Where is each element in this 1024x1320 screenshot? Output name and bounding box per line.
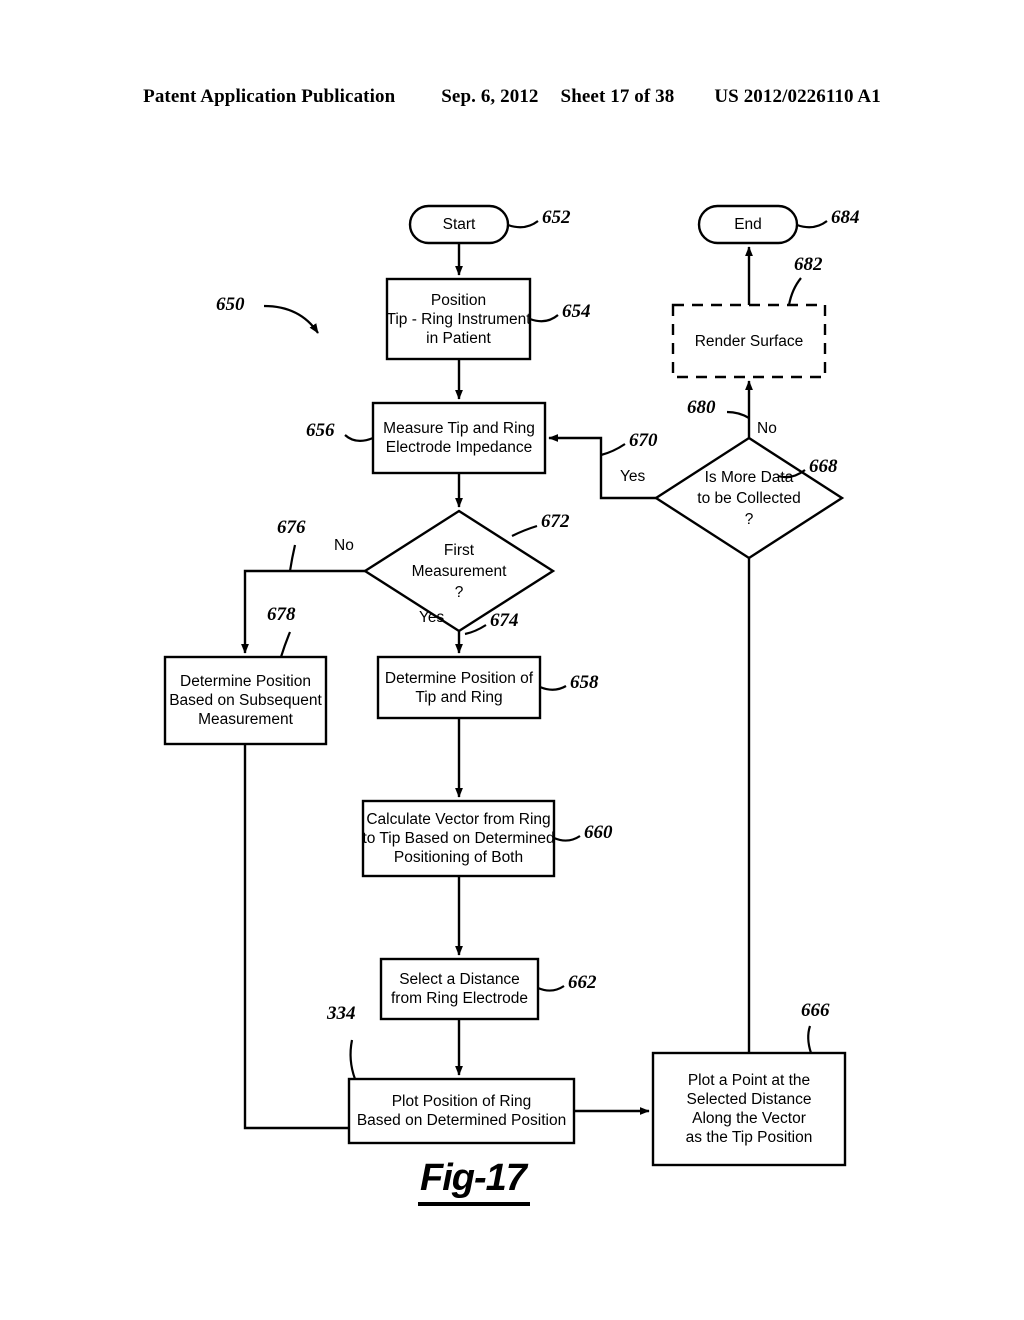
ref-658: 658 [570, 672, 599, 693]
leader-684 [796, 220, 828, 229]
shape-select-distance [379, 957, 540, 1021]
ref-652: 652 [542, 207, 571, 228]
shape-determine-tip-ring [376, 655, 542, 720]
shape-end [697, 204, 799, 245]
ref-662: 662 [568, 972, 597, 993]
ref-670: 670 [629, 430, 658, 451]
ref-680: 680 [687, 397, 716, 418]
ref-684: 684 [831, 207, 860, 228]
leader-682 [787, 277, 802, 306]
ref-334: 334 [327, 1003, 356, 1024]
ref-656: 656 [306, 420, 335, 441]
shape-measure-impedance [371, 401, 547, 475]
ref-660: 660 [584, 822, 613, 843]
leader-658 [539, 685, 567, 691]
ref-666: 666 [801, 1000, 830, 1021]
leader-656 [344, 434, 374, 442]
shape-plot-tip-point [651, 1051, 847, 1167]
leader-660 [553, 835, 581, 842]
edge-first-no-to-determine-subsequent [241, 569, 365, 654]
leader-654 [529, 314, 559, 323]
shape-start [408, 204, 510, 245]
shape-calculate-vector [361, 799, 556, 878]
leader-680 [726, 410, 750, 419]
ref-682: 682 [794, 254, 823, 275]
shape-first-measurement [362, 509, 556, 633]
figure-caption: Fig-17 [418, 1156, 530, 1206]
ref-668: 668 [809, 456, 838, 477]
leader-666 [807, 1025, 813, 1054]
ref-674: 674 [490, 610, 519, 631]
leader-334 [349, 1039, 357, 1080]
edge-label-first-yes: Yes [419, 609, 445, 626]
leader-678 [279, 631, 292, 658]
ref-676: 676 [277, 517, 306, 538]
ref-650: 650 [216, 294, 245, 315]
shape-render-surface [671, 303, 827, 379]
edge-label-first-no: No [334, 537, 354, 554]
leader-650 [263, 304, 319, 334]
shape-determine-subsequent [163, 655, 328, 746]
leader-670 [600, 443, 626, 457]
shape-plot-ring-position [347, 1077, 576, 1145]
edge-label-more-data-no: No [757, 420, 777, 437]
edge-determine-subsequent-to-plot-ring [243, 744, 349, 1130]
edge-label-more-data-yes: Yes [620, 468, 646, 485]
flowchart-figure: Start End Position Tip - Ring Instrument… [0, 0, 1024, 1320]
leader-652 [507, 220, 539, 229]
leader-672 [511, 524, 538, 537]
flowchart-svg [163, 204, 847, 1167]
ref-678: 678 [267, 604, 296, 625]
shape-position-instrument [385, 277, 532, 361]
leader-662 [537, 985, 565, 992]
leader-676 [288, 544, 297, 572]
ref-654: 654 [562, 301, 591, 322]
ref-672: 672 [541, 511, 570, 532]
